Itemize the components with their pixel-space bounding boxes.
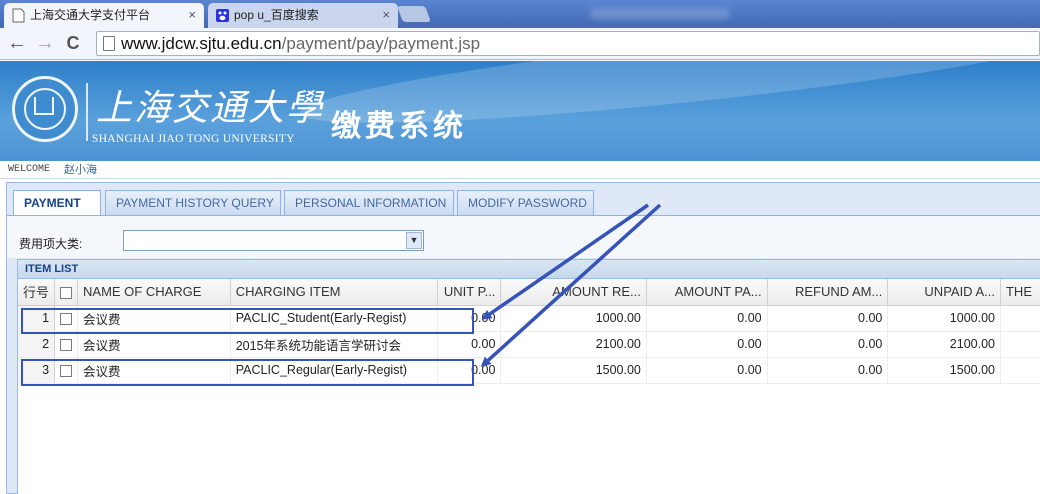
forward-icon[interactable]: → [34,32,56,54]
browser-tab-strip: 上海交通大学支付平台 × pop u_百度搜索 × [0,0,1040,28]
the-cell [1000,357,1040,384]
col-header-unit-price[interactable]: UNIT P... [437,279,502,306]
refund-amount: 0.00 [767,331,889,358]
seal-book-emblem [34,97,54,115]
amount-receivable: 1000.00 [500,305,647,332]
browser-tab-title: pop u_百度搜索 [234,8,319,22]
the-cell [1000,305,1040,332]
charging-item: 2015年系统功能语言学研讨会 [230,331,439,358]
address-bar[interactable]: www.jdcw.sjtu.edu.cn/payment/pay/payment… [96,31,1040,56]
col-header-amount-receivable[interactable]: AMOUNT RE... [500,279,647,306]
table-row[interactable]: 2 会议费 2015年系统功能语言学研讨会 0.00 2100.00 0.00 … [18,331,1040,358]
system-title: 缴费系统 [331,110,467,143]
url-text: www.jdcw.sjtu.edu.cn/payment/pay/payment… [121,34,480,54]
university-name-en: SHANGHAI JIAO TONG UNIVERSITY [92,133,295,145]
amount-paid: 0.00 [646,357,768,384]
unpaid-amount: 2100.00 [887,331,1001,358]
tab-personal-information[interactable]: PERSONAL INFORMATION [284,190,454,215]
tab-payment-history[interactable]: PAYMENT HISTORY QUERY [105,190,281,215]
url-host: www.jdcw.sjtu.edu.cn [121,34,282,53]
chevron-down-icon[interactable]: ▼ [406,232,422,249]
university-seal-logo [12,76,78,142]
col-header-select-all[interactable] [54,279,79,306]
user-name: 赵小海 [64,164,97,176]
amount-receivable: 2100.00 [500,331,647,358]
url-path: /payment/pay/payment.jsp [281,34,481,53]
select-all-checkbox[interactable] [60,286,73,299]
charge-name: 会议费 [77,331,231,358]
fee-category-label: 费用项大类: [19,237,83,251]
browser-tab-baidu[interactable]: pop u_百度搜索 × [208,3,398,28]
baidu-paw-icon [216,9,229,22]
welcome-label: WELCOME [8,164,51,175]
university-name-cn: 上海交通大學 [96,88,325,129]
page-icon [12,8,25,23]
browser-toolbar: ← → C www.jdcw.sjtu.edu.cn/payment/pay/p… [0,28,1040,60]
fee-category-select[interactable]: ▼ [123,230,424,251]
unpaid-amount: 1000.00 [887,305,1001,332]
grid-title: ITEM LIST [18,260,1040,279]
welcome-bar: WELCOME 赵小海 [0,161,1040,179]
highlight-box-row-3 [21,359,474,386]
new-tab-button[interactable] [397,6,431,22]
the-cell [1000,331,1040,358]
browser-tab-payment[interactable]: 上海交通大学支付平台 × [4,3,204,28]
col-header-unpaid-amount[interactable]: UNPAID A... [887,279,1001,306]
close-tab-icon[interactable]: × [188,3,196,27]
logo-divider [86,83,88,141]
row-select-cell[interactable] [54,331,79,358]
main-panel: PAYMENT PAYMENT HISTORY QUERY PERSONAL I… [6,182,1040,494]
highlight-box-row-1 [21,308,474,334]
amount-paid: 0.00 [646,331,768,358]
row-number: 2 [18,331,56,358]
row-checkbox[interactable] [60,338,73,351]
unpaid-amount: 1500.00 [887,357,1001,384]
site-banner: 上海交通大學 SHANGHAI JIAO TONG UNIVERSITY 缴费系… [0,61,1040,161]
col-header-the[interactable]: THE [1000,279,1040,306]
col-header-name[interactable]: NAME OF CHARGE [77,279,231,306]
tab-modify-password[interactable]: MODIFY PASSWORD [457,190,594,215]
col-header-row-number: 行号 [18,279,56,306]
col-header-charging-item[interactable]: CHARGING ITEM [230,279,439,306]
back-icon[interactable]: ← [6,32,28,54]
reload-icon[interactable]: C [62,32,84,54]
amount-paid: 0.00 [646,305,768,332]
filter-bar: 费用项大类: ▼ [7,216,1040,258]
page-icon [103,36,115,51]
close-tab-icon[interactable]: × [382,3,390,27]
tab-payment[interactable]: PAYMENT [13,190,101,216]
browser-tab-title: 上海交通大学支付平台 [30,8,151,22]
refund-amount: 0.00 [767,357,889,384]
table-header-row: 行号 NAME OF CHARGE CHARGING ITEM UNIT P..… [18,279,1040,306]
amount-receivable: 1500.00 [500,357,647,384]
blurred-region [590,8,730,20]
col-header-refund-amount[interactable]: REFUND AM... [767,279,889,306]
refund-amount: 0.00 [767,305,889,332]
unit-price: 0.00 [437,331,502,358]
col-header-amount-paid[interactable]: AMOUNT PA... [646,279,768,306]
